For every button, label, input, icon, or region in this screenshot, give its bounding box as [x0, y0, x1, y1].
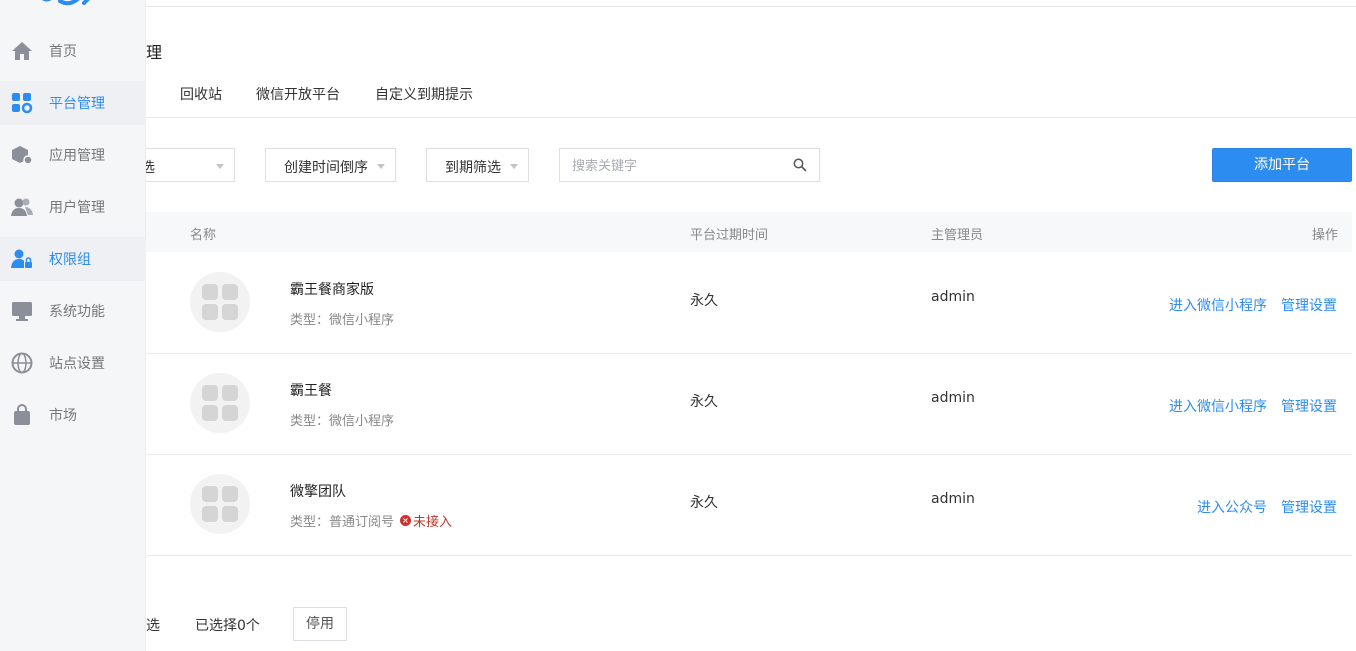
table-header: 名称 平台过期时间 主管理员 操作 [146, 212, 1352, 252]
sidebar-item-label: 市场 [49, 408, 77, 424]
admin-value: admin [931, 491, 975, 507]
platform-name: 微擎团队 [290, 484, 346, 500]
header-divider [146, 6, 1356, 7]
sort-select[interactable]: 创建时间倒序 [265, 148, 396, 182]
sidebar-item-label: 用户管理 [49, 200, 105, 216]
sidebar-item-site-settings[interactable]: 站点设置 [0, 341, 146, 385]
sidebar: 首页 平台管理 应用管理 用户管理 权限组 系统功能 站点设置 市场 [0, 0, 146, 651]
expire-value: 永久 [690, 293, 718, 309]
manage-settings-link[interactable]: 管理设置 [1281, 295, 1337, 315]
users-icon [11, 196, 33, 218]
bag-icon [11, 404, 33, 426]
tab-recycle-bin[interactable]: 回收站 [180, 84, 222, 104]
chevron-down-icon [216, 164, 224, 169]
enter-miniprogram-link[interactable]: 进入微信小程序 [1169, 295, 1267, 315]
platform-type: 类型：微信小程序 [290, 313, 395, 328]
sidebar-item-label: 系统功能 [49, 304, 105, 320]
expire-value: 永久 [690, 394, 718, 410]
tab-wechat-open-platform[interactable]: 微信开放平台 [256, 84, 340, 104]
sidebar-item-system[interactable]: 系统功能 [0, 289, 146, 333]
sidebar-item-home[interactable]: 首页 [0, 29, 146, 73]
tab-bar: 回收站 微信开放平台 自定义到期提示 [146, 82, 1356, 118]
platform-type: 类型：普通订阅号 × 未接入 [290, 511, 452, 530]
admin-value: admin [931, 390, 975, 406]
column-header-admin: 主管理员 [931, 228, 984, 243]
monitor-icon [11, 300, 33, 322]
sidebar-item-label: 首页 [49, 44, 77, 60]
sidebar-item-platform[interactable]: 平台管理 [0, 81, 146, 125]
sidebar-item-label: 权限组 [49, 252, 91, 268]
sidebar-item-apps[interactable]: 应用管理 [0, 133, 146, 177]
column-header-ops: 操作 [1311, 228, 1338, 243]
page-title: 理 [146, 43, 163, 62]
sidebar-item-label: 站点设置 [49, 356, 105, 372]
search-icon[interactable] [793, 158, 807, 172]
chevron-down-icon [377, 164, 385, 169]
expire-value: 永久 [690, 495, 718, 511]
page-root: 首页 平台管理 应用管理 用户管理 权限组 系统功能 站点设置 市场 理 回收站… [0, 0, 1356, 651]
search-box [559, 148, 820, 182]
expire-filter-label: 到期筛选 [445, 160, 501, 176]
table-row: 微擎团队 类型：普通订阅号 × 未接入 永久 admin 进入公众号 管理设置 [146, 455, 1352, 556]
grid-gear-icon [11, 92, 33, 114]
chevron-down-icon [510, 164, 518, 169]
cube-icon [11, 144, 33, 166]
platform-avatar-icon [190, 373, 250, 433]
sidebar-item-users[interactable]: 用户管理 [0, 185, 146, 229]
sidebar-item-market[interactable]: 市场 [0, 393, 146, 437]
logo [36, 0, 96, 13]
disable-button[interactable]: 停用 [293, 607, 347, 641]
sidebar-item-permission-group[interactable]: 权限组 [0, 237, 146, 281]
row-actions: 进入微信小程序 管理设置 [1169, 295, 1337, 315]
sort-label: 创建时间倒序 [284, 160, 368, 176]
column-header-name: 名称 [190, 228, 217, 243]
platform-avatar-icon [190, 272, 250, 332]
enter-official-account-link[interactable]: 进入公众号 [1197, 497, 1267, 517]
not-connected-badge: × 未接入 [400, 511, 452, 530]
column-header-expire: 平台过期时间 [690, 228, 769, 243]
table-row: 霸王餐 类型：微信小程序 永久 admin 进入微信小程序 管理设置 [146, 354, 1352, 455]
enter-miniprogram-link[interactable]: 进入微信小程序 [1169, 396, 1267, 416]
expire-filter-select[interactable]: 到期筛选 [426, 148, 529, 182]
manage-settings-link[interactable]: 管理设置 [1281, 497, 1337, 517]
select-all-label[interactable]: 选 [146, 615, 160, 635]
search-input[interactable] [572, 156, 782, 176]
platform-name: 霸王餐商家版 [290, 282, 374, 298]
row-actions: 进入微信小程序 管理设置 [1169, 396, 1337, 416]
home-icon [11, 40, 33, 62]
add-platform-button[interactable]: 添加平台 [1212, 148, 1352, 182]
sidebar-item-label: 平台管理 [49, 96, 105, 112]
selected-count: 已选择0个 [195, 618, 260, 634]
admin-value: admin [931, 289, 975, 305]
error-icon: × [400, 515, 412, 526]
platform-type: 类型：微信小程序 [290, 414, 395, 429]
tab-custom-expire-notice[interactable]: 自定义到期提示 [375, 84, 473, 104]
platform-avatar-icon [190, 474, 250, 534]
manage-settings-link[interactable]: 管理设置 [1281, 396, 1337, 416]
sidebar-item-label: 应用管理 [49, 148, 105, 164]
row-actions: 进入公众号 管理设置 [1197, 497, 1337, 517]
platform-name: 霸王餐 [290, 383, 332, 399]
table-row: 霸王餐商家版 类型：微信小程序 永久 admin 进入微信小程序 管理设置 [146, 253, 1352, 354]
user-lock-icon [11, 248, 33, 270]
globe-icon [11, 352, 33, 374]
